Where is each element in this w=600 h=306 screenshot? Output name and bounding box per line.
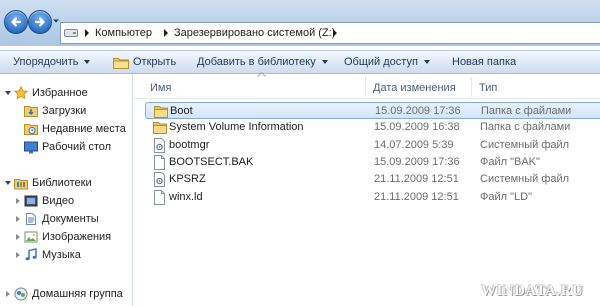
file-type: Системный файл bbox=[480, 173, 570, 186]
file-list: Имя Дата изменения Тип Boot 15.09.2009 17… bbox=[133, 72, 600, 306]
nav-item-label: Недавние места bbox=[42, 123, 126, 135]
expand-arrow-icon[interactable] bbox=[5, 181, 11, 185]
collapse-arrow-icon[interactable] bbox=[16, 216, 20, 222]
nav-libraries-label: Библиотеки bbox=[32, 177, 92, 189]
table-row[interactable]: bootmgr 14.07.2009 5:39 Системный файл bbox=[145, 137, 600, 154]
star-icon bbox=[14, 86, 28, 100]
back-button[interactable] bbox=[4, 10, 28, 34]
table-row[interactable]: BOOTSECT.BAK 15.09.2009 17:36 Файл "BAK" bbox=[145, 154, 600, 171]
system-file-icon bbox=[154, 137, 165, 153]
breadcrumb-separator-icon[interactable] bbox=[162, 28, 170, 38]
file-name: Boot bbox=[170, 105, 193, 117]
file-name: BOOTSECT.BAK bbox=[169, 155, 254, 168]
navigation-pane: Избранное Загрузки Недавние места Рабочи… bbox=[0, 74, 133, 306]
file-name: KPSRZ bbox=[169, 173, 206, 186]
table-row[interactable]: System Volume Information 15.09.2009 16:3… bbox=[145, 119, 600, 136]
nav-item-label: Рабочий стол bbox=[42, 141, 112, 153]
recent-places-icon bbox=[24, 124, 38, 135]
nav-item-label: Видео bbox=[42, 195, 75, 207]
collapse-arrow-icon[interactable] bbox=[16, 234, 20, 240]
chevron-down-icon bbox=[84, 60, 91, 65]
arrow-right-icon bbox=[34, 17, 45, 27]
libraries-icon bbox=[14, 179, 28, 190]
column-header-date[interactable]: Дата изменения bbox=[373, 74, 456, 98]
file-name: winx.ld bbox=[169, 190, 203, 203]
desktop-icon bbox=[24, 141, 38, 154]
file-icon bbox=[154, 189, 165, 205]
chevron-down-icon bbox=[321, 60, 328, 65]
folder-icon bbox=[154, 106, 168, 118]
file-type: Файл "LD" bbox=[480, 190, 532, 203]
file-type: Файл "BAK" bbox=[480, 155, 540, 168]
column-header-name[interactable]: Имя bbox=[150, 74, 171, 98]
nav-favorites-label: Избранное bbox=[32, 87, 88, 99]
column-divider[interactable] bbox=[365, 77, 366, 97]
nav-item-label: Загрузки bbox=[42, 105, 87, 117]
add-to-library-button[interactable]: Добавить в библиотеку bbox=[197, 51, 328, 74]
pictures-icon bbox=[24, 231, 38, 243]
file-date-modified: 15.09.2009 17:36 bbox=[374, 155, 460, 168]
documents-icon bbox=[26, 213, 36, 225]
breadcrumb-computer[interactable]: Компьютер bbox=[95, 27, 152, 39]
chevron-down-icon bbox=[423, 60, 430, 65]
forward-button[interactable] bbox=[28, 10, 52, 34]
organize-label: Упорядочить bbox=[13, 56, 79, 68]
column-headers: Имя Дата изменения Тип bbox=[133, 72, 600, 99]
watermark: WINDATA.RU bbox=[481, 283, 584, 299]
nav-item-label: Музыка bbox=[42, 249, 81, 261]
share-button[interactable]: Общий доступ bbox=[344, 51, 430, 74]
address-bar-area: Компьютер Зарезервировано системой (Z:) bbox=[0, 0, 600, 46]
music-icon bbox=[25, 248, 37, 261]
file-date-modified: 21.11.2009 12:51 bbox=[374, 190, 459, 203]
file-type: Папка с файлами bbox=[480, 121, 571, 134]
new-folder-button[interactable]: Новая папка bbox=[452, 51, 516, 74]
table-row[interactable]: KPSRZ 21.11.2009 12:51 Системный файл bbox=[145, 171, 600, 188]
add-to-library-label: Добавить в библиотеку bbox=[197, 56, 316, 68]
video-icon bbox=[24, 195, 38, 207]
nav-item-label: Изображения bbox=[42, 231, 112, 243]
nav-item-label: Документы bbox=[42, 213, 99, 225]
column-divider[interactable] bbox=[471, 77, 472, 97]
file-type: Папка с файлами bbox=[481, 105, 572, 117]
system-file-icon bbox=[154, 172, 165, 188]
file-date-modified: 15.09.2009 16:38 bbox=[374, 121, 460, 134]
column-header-type[interactable]: Тип bbox=[479, 74, 497, 98]
file-icon bbox=[154, 154, 165, 170]
history-dropdown-icon[interactable] bbox=[52, 17, 60, 25]
address-box[interactable]: Компьютер Зарезервировано системой (Z:) bbox=[60, 22, 600, 44]
file-name: bootmgr bbox=[169, 138, 210, 151]
arrow-left-icon bbox=[11, 17, 22, 27]
drive-icon bbox=[64, 29, 78, 37]
organize-button[interactable]: Упорядочить bbox=[13, 51, 91, 74]
new-folder-label: Новая папка bbox=[452, 56, 517, 68]
collapse-arrow-icon[interactable] bbox=[6, 291, 10, 297]
breadcrumb-separator-icon[interactable] bbox=[83, 28, 91, 38]
open-button[interactable]: Открыть bbox=[113, 51, 176, 74]
downloads-folder-icon bbox=[24, 106, 38, 117]
file-date-modified: 14.07.2009 5:39 bbox=[374, 138, 454, 151]
expand-arrow-icon[interactable] bbox=[5, 91, 11, 95]
file-date-modified: 21.11.2009 12:51 bbox=[374, 173, 459, 186]
command-bar: Упорядочить Открыть Добавить в библиотек… bbox=[0, 50, 600, 74]
file-date-modified: 15.09.2009 17:36 bbox=[375, 105, 461, 117]
file-name: System Volume Information bbox=[169, 121, 304, 134]
collapse-arrow-icon[interactable] bbox=[16, 198, 20, 204]
breadcrumb-drive[interactable]: Зарезервировано системой (Z:) bbox=[174, 27, 335, 39]
folder-icon bbox=[153, 122, 167, 135]
open-label: Открыть bbox=[133, 56, 177, 68]
breadcrumb-separator-icon[interactable] bbox=[331, 28, 339, 38]
table-row[interactable]: winx.ld 21.11.2009 12:51 Файл "LD" bbox=[145, 189, 600, 206]
table-row[interactable]: Boot 15.09.2009 17:36 Папка с файлами bbox=[145, 102, 600, 119]
homegroup-icon bbox=[14, 287, 28, 301]
nav-homegroup-label: Домашняя группа bbox=[32, 288, 123, 300]
share-label: Общий доступ bbox=[344, 56, 418, 68]
collapse-arrow-icon[interactable] bbox=[16, 252, 20, 258]
sort-arrow-icon bbox=[257, 72, 266, 77]
folder-icon bbox=[113, 58, 129, 69]
file-type: Системный файл bbox=[480, 138, 570, 151]
